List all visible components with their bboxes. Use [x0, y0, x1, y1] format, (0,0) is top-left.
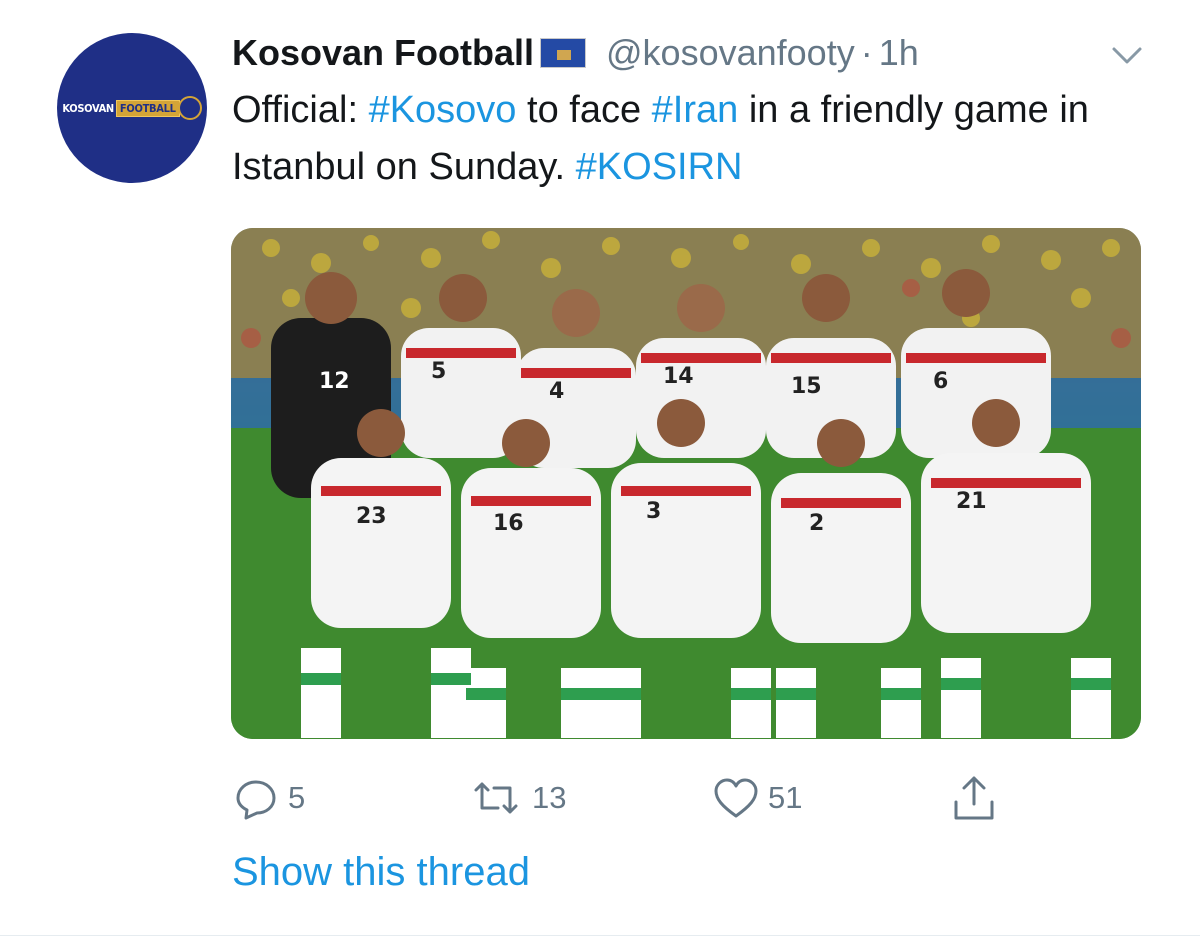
tweet-text-segment: to face	[516, 89, 652, 131]
jersey-number: 16	[493, 511, 524, 536]
tweet-header: Kosovan Football @kosovanfooty · 1h	[232, 28, 919, 78]
avatar[interactable]: KOSOVAN FOOTBALL	[57, 33, 207, 183]
show-thread-link[interactable]: Show this thread	[232, 850, 530, 895]
kosovo-flag-icon	[540, 38, 587, 68]
share-button[interactable]	[950, 770, 1006, 826]
jersey-number: 6	[933, 369, 948, 394]
retweet-icon	[474, 782, 518, 814]
jersey-number: 23	[356, 504, 387, 529]
chevron-down-icon[interactable]	[1110, 40, 1144, 70]
tweet-text: Official: #Kosovo to face #Iran in a fri…	[232, 82, 1132, 196]
display-name[interactable]: Kosovan Football	[232, 32, 534, 74]
reply-button[interactable]: 5	[232, 770, 305, 826]
jersey-number: 2	[809, 511, 824, 536]
avatar-logo: KOSOVAN FOOTBALL	[62, 96, 202, 120]
jersey-number: 14	[663, 364, 694, 389]
divider	[0, 935, 1200, 936]
like-button[interactable]: 51	[712, 770, 802, 826]
avatar-logo-right: FOOTBALL	[115, 99, 180, 117]
heart-icon	[714, 778, 758, 818]
jersey-number: 15	[791, 374, 822, 399]
reply-count: 5	[288, 780, 306, 815]
retweet-button[interactable]: 13	[468, 770, 566, 826]
tweet-photo[interactable]: 12 5 4 14 15 6 23 16 3 2 21	[231, 228, 1141, 739]
hashtag-kosovo[interactable]: #Kosovo	[369, 89, 517, 131]
hashtag-kosirn[interactable]: #KOSIRN	[576, 146, 743, 188]
reply-icon	[236, 780, 276, 820]
retweet-count: 13	[532, 780, 567, 815]
tweet-actions: 5 13 51	[232, 770, 1032, 830]
jersey-number: 12	[319, 369, 350, 394]
like-count: 51	[768, 780, 803, 815]
avatar-logo-left: KOSOVAN	[62, 101, 114, 115]
share-icon	[954, 776, 994, 820]
team-photo: 12 5 4 14 15 6 23 16 3 2 21	[231, 228, 1141, 739]
jersey-number: 4	[549, 379, 564, 404]
jersey-number: 5	[431, 359, 446, 384]
separator-dot: ·	[860, 32, 873, 73]
jersey-number: 3	[646, 499, 661, 524]
tweet-text-segment: Official:	[232, 89, 369, 131]
timestamp[interactable]: 1h	[879, 32, 919, 74]
hashtag-iran[interactable]: #Iran	[652, 89, 739, 131]
handle[interactable]: @kosovanfooty	[606, 32, 855, 74]
jersey-number: 21	[956, 489, 987, 514]
football-icon	[177, 96, 202, 120]
